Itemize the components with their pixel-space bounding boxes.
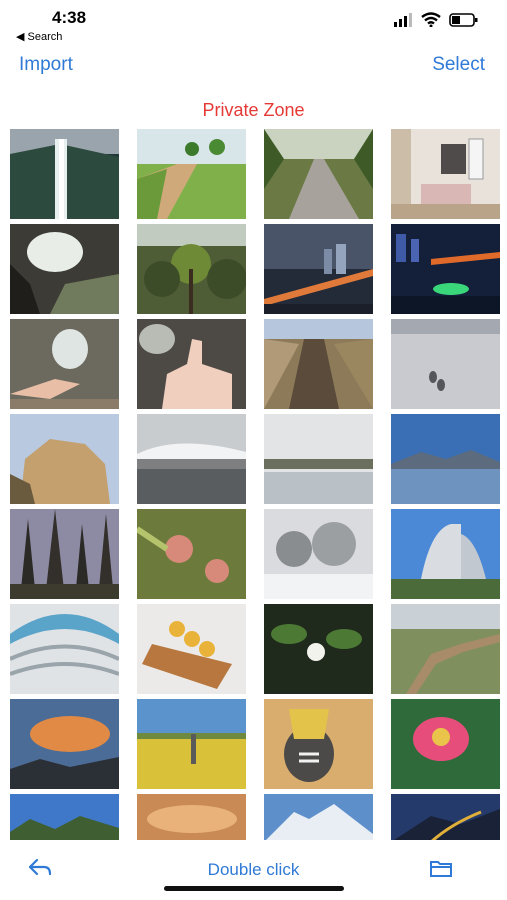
double-click-label[interactable]: Double click <box>0 860 507 880</box>
photo-thumbnail-mountain-road-night[interactable] <box>391 794 500 842</box>
photo-thumbnail-cliff-rock[interactable] <box>10 414 119 504</box>
photo-thumbnail-curved-building[interactable] <box>391 509 500 599</box>
photo-thumbnail-snow-mountain[interactable] <box>264 794 373 842</box>
photo-thumbnail-city-night-bridge[interactable] <box>264 224 373 314</box>
battery-icon <box>449 12 478 27</box>
status-time: 4:38 <box>52 8 87 27</box>
photo-thumbnail-grass-path[interactable] <box>137 129 246 219</box>
photo-thumbnail-glass-ceiling[interactable] <box>10 604 119 694</box>
photo-thumbnail-orange-clouds[interactable] <box>137 794 246 842</box>
photo-thumbnail-forest-canopy[interactable] <box>137 224 246 314</box>
status-bar: 4:38 ◀ Search <box>0 0 507 48</box>
photo-thumbnail-fruit-bowl[interactable] <box>264 699 373 789</box>
photo-thumbnail-pine-forest[interactable] <box>10 509 119 599</box>
photo-thumbnail-white-flower[interactable] <box>264 604 373 694</box>
status-icons <box>393 12 479 27</box>
photo-thumbnail-room-interior[interactable] <box>391 129 500 219</box>
photo-thumbnail-waterfall[interactable] <box>10 129 119 219</box>
home-indicator[interactable] <box>164 886 344 891</box>
photo-thumbnail-mountain-lake[interactable] <box>391 414 500 504</box>
photo-thumbnail-cave-opening[interactable] <box>10 224 119 314</box>
signal-icon <box>394 12 412 27</box>
navigation-bar: Import Select <box>0 48 507 88</box>
photo-thumbnail-railway-stairs[interactable] <box>264 319 373 409</box>
wifi-icon <box>421 12 441 27</box>
photo-thumbnail-great-wall[interactable] <box>391 604 500 694</box>
photo-thumbnail-snowy-trees[interactable] <box>264 509 373 599</box>
page-title: Private Zone <box>202 100 305 120</box>
photo-thumbnail-city-night-river[interactable] <box>391 224 500 314</box>
photo-thumbnail-snow-footprints[interactable] <box>391 319 500 409</box>
photo-thumbnail-rapeseed-field[interactable] <box>137 699 246 789</box>
back-to-search-link[interactable]: ◀ Search <box>16 30 62 43</box>
photo-thumbnail-misty-lake[interactable] <box>264 414 373 504</box>
photo-thumbnail-tree-lined-road[interactable] <box>264 129 373 219</box>
photo-thumbnail-red-flower[interactable] <box>391 699 500 789</box>
select-button[interactable]: Select <box>432 54 485 76</box>
photo-thumbnail-macarons-board[interactable] <box>137 604 246 694</box>
photo-thumbnail-thumbs-up-cave[interactable] <box>137 319 246 409</box>
import-button[interactable]: Import <box>19 54 73 76</box>
photo-thumbnail-cloudy-wetland[interactable] <box>137 414 246 504</box>
photo-thumbnail-blue-sky-valley[interactable] <box>10 794 119 842</box>
photo-thumbnail-rock-arch-hand[interactable] <box>10 319 119 409</box>
photo-thumbnail-sunset-clouds[interactable] <box>10 699 119 789</box>
photo-thumbnail-cut-bamboo[interactable] <box>137 509 246 599</box>
